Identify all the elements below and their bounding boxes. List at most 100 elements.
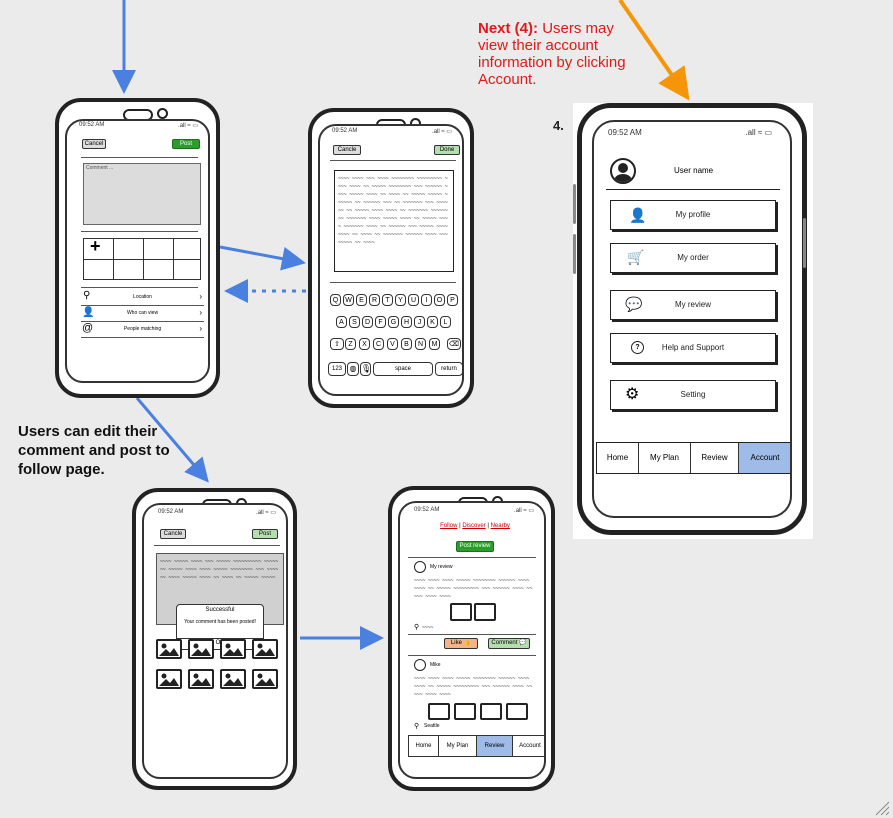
phone-posted: 09:52 AM .all ≈ ▭ Cancle Post ~~~~ ~~~~~… [132, 488, 297, 790]
tab-home[interactable]: Home [597, 443, 639, 473]
key-y[interactable]: Y [395, 294, 406, 306]
post-button[interactable]: Post [172, 139, 200, 149]
key-h[interactable]: H [401, 316, 412, 328]
space-key[interactable]: space [373, 362, 433, 376]
tab-account[interactable]: Account [739, 443, 790, 473]
key-d[interactable]: D [362, 316, 373, 328]
tab-nearby[interactable]: Nearby [491, 523, 510, 529]
key-t[interactable]: T [382, 294, 393, 306]
menu-my-order[interactable]: 🛒 My order [610, 243, 776, 273]
tab-review[interactable]: Review [691, 443, 739, 473]
location-pin-icon: ⚲ [414, 624, 420, 631]
tab-home[interactable]: Home [409, 736, 439, 756]
shift-key[interactable]: ⇧ [330, 338, 344, 350]
return-key[interactable]: return [435, 362, 462, 376]
phone-feed: 09:52 AM .all ≈ ▭ Follow | Discover | Ne… [388, 486, 555, 791]
comment-label: Comment [491, 640, 518, 646]
like-button[interactable]: Like 👍 [444, 638, 478, 649]
key-x[interactable]: X [359, 338, 370, 350]
key-l[interactable]: L [440, 316, 451, 328]
key-w[interactable]: W [343, 294, 354, 306]
key-g[interactable]: G [388, 316, 399, 328]
comment-button[interactable]: Comment 💬 [488, 638, 530, 649]
chevron-right-icon: › [199, 292, 202, 301]
chevron-right-icon: › [199, 308, 202, 317]
key-c[interactable]: C [373, 338, 384, 350]
photo-thumbnail [506, 703, 528, 720]
option-people-matching[interactable]: @ People matching › [81, 322, 204, 338]
location-label: Seattle [424, 723, 440, 729]
menu-setting[interactable]: ⚙ Setting [610, 380, 776, 410]
menu-my-review[interactable]: 💬 My review [610, 290, 776, 320]
key-m[interactable]: M [429, 338, 440, 350]
status-icons: .all ≈ ▭ [514, 508, 534, 514]
location-pin-icon: ⚲ [414, 723, 420, 730]
option-label: Location [133, 294, 152, 300]
key-r[interactable]: R [369, 294, 380, 306]
speech-bubble-icon: 💬 [519, 640, 527, 646]
key-i[interactable]: I [421, 294, 432, 306]
divider [81, 287, 198, 288]
divider [154, 545, 280, 546]
scribbled-text: ~~~~ ~~~~ ~~~~ ~~~~~ ~~~~~~~~ ~~~~~~ ~~~… [414, 578, 533, 600]
menu-help-and-support[interactable]: ? Help and Support [610, 333, 776, 363]
key-v[interactable]: V [387, 338, 398, 350]
option-who-can-view[interactable]: 👤 Who can view › [81, 307, 204, 322]
comment-field[interactable]: Comment ... [83, 163, 201, 225]
post-review-button[interactable]: Post review [456, 541, 494, 552]
tab-discover[interactable]: Discover [462, 523, 485, 529]
option-location[interactable]: ⚲ Location › [81, 290, 204, 306]
menu-label: Help and Support [661, 343, 725, 352]
delete-key[interactable]: ⌫ [447, 338, 461, 350]
tab-my-plan[interactable]: My Plan [639, 443, 691, 473]
status-time: 09:52 AM [158, 509, 184, 515]
menu-label: Setting [680, 390, 706, 399]
status-icons: .all ≈ ▭ [256, 510, 276, 516]
key-o[interactable]: O [434, 294, 445, 306]
globe-icon[interactable]: ◍ [347, 362, 359, 376]
cancel-button[interactable]: Cancel [82, 139, 106, 149]
key-p[interactable]: P [447, 294, 458, 306]
key-u[interactable]: U [408, 294, 419, 306]
key-q[interactable]: Q [330, 294, 341, 306]
chevron-right-icon: › [199, 324, 202, 333]
key-b[interactable]: B [401, 338, 412, 350]
tab-review[interactable]: Review [477, 736, 513, 756]
location-scribble: ~~~~ [422, 625, 434, 631]
tab-my-plan[interactable]: My Plan [439, 736, 477, 756]
side-button [573, 234, 576, 274]
post-button[interactable]: Post [252, 529, 278, 539]
tab-follow[interactable]: Follow [440, 523, 457, 529]
tab-account[interactable]: Account [513, 736, 544, 756]
key-k[interactable]: K [427, 316, 438, 328]
key-e[interactable]: E [356, 294, 367, 306]
key-s[interactable]: S [349, 316, 360, 328]
photo-thumbnail [220, 669, 246, 689]
key-z[interactable]: Z [345, 338, 356, 350]
step-number: 4. [553, 118, 564, 133]
menu-my-profile[interactable]: 👤 My profile [610, 200, 776, 230]
status-time: 09:52 AM [79, 122, 105, 128]
key-f[interactable]: F [375, 316, 386, 328]
status-time: 09:52 AM [332, 128, 358, 134]
divider [330, 282, 456, 283]
phone-account: 09:52 AM .all ≈ ▭ User name 👤 My profile… [573, 103, 807, 535]
key-j[interactable]: J [414, 316, 425, 328]
comment-text-area[interactable]: ~~~~ ~~~~ ~~~ ~~~~ ~~~~~~~~ ~~~~~~~~~ ~~… [334, 170, 454, 272]
done-button[interactable]: Done [434, 145, 460, 155]
cancel-button[interactable]: Cancle [160, 529, 186, 539]
photo-thumbnail [188, 669, 214, 689]
number-key[interactable]: 123 [328, 362, 346, 376]
key-n[interactable]: N [415, 338, 426, 350]
key-a[interactable]: A [336, 316, 347, 328]
next-label: Next (4): [478, 20, 539, 37]
divider [606, 189, 780, 190]
scribbled-text: ~~~~ ~~~~ ~~~~ ~~~~~ ~~~~~~~~ ~~~~~~ ~~~… [414, 676, 533, 698]
resize-grip-icon[interactable] [874, 800, 890, 816]
microphone-icon[interactable]: 🎙 [360, 362, 371, 376]
add-photo-button[interactable]: + [84, 236, 114, 260]
cancel-button[interactable]: Cancle [333, 145, 361, 155]
photo-thumbnail [188, 639, 214, 659]
review-author: My review [430, 564, 453, 570]
review-author: Mike [430, 662, 441, 668]
